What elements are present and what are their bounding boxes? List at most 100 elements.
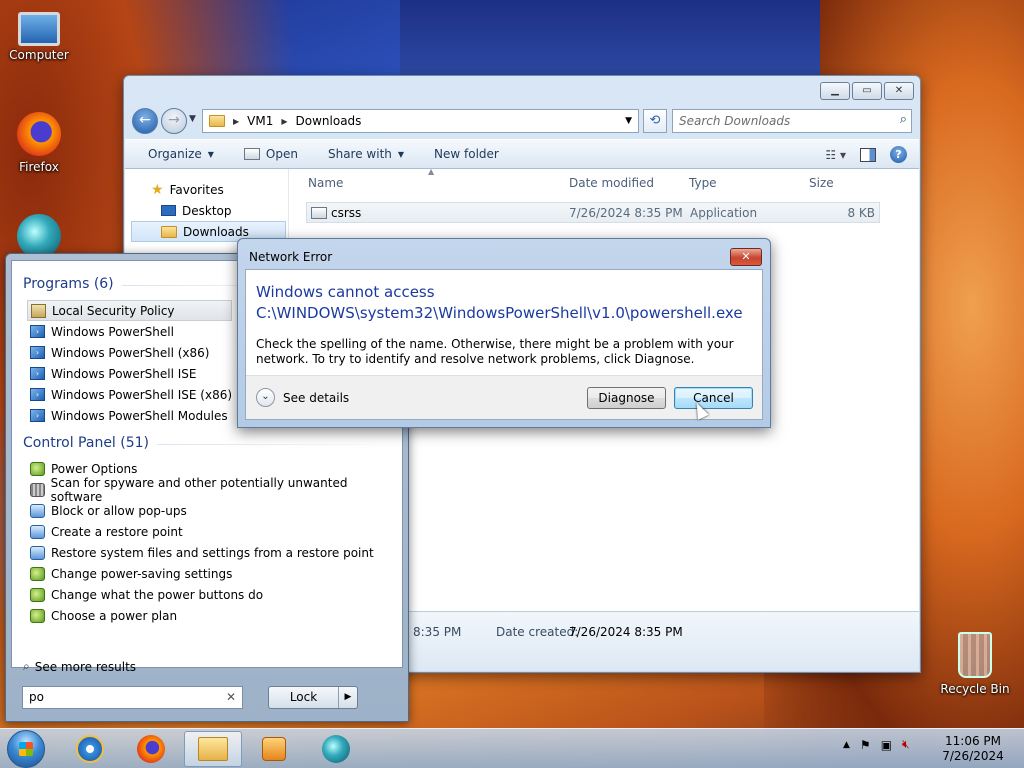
taskbar-app[interactable]: [307, 731, 365, 767]
search-input[interactable]: Search Downloads ⌕: [672, 109, 912, 133]
control-panel-header[interactable]: Control Panel (51): [23, 435, 149, 451]
breadcrumb-downloads[interactable]: Downloads: [296, 114, 362, 128]
program-label: Windows PowerShell Modules: [51, 408, 228, 423]
control-panel-label: Choose a power plan: [51, 608, 178, 623]
desktop-icon-label: Firefox: [19, 160, 59, 174]
new-folder-button[interactable]: New folder: [434, 147, 499, 161]
see-details-toggle[interactable]: ⌄ See details: [256, 388, 349, 407]
details-created-value: 7/26/2024 8:35 PM: [569, 625, 683, 639]
program-item[interactable]: Local Security Policy: [27, 300, 232, 321]
taskbar-windows-explorer[interactable]: [184, 731, 242, 767]
breadcrumb-vm1[interactable]: VM1: [247, 114, 273, 128]
open-button[interactable]: Open: [243, 147, 298, 161]
organize-button[interactable]: Organize ▼: [148, 147, 214, 161]
sort-arrow-icon: ▲: [428, 167, 435, 176]
chevron-right-icon[interactable]: ▶: [281, 117, 287, 126]
network-icon[interactable]: ▣: [881, 738, 892, 752]
show-hidden-icons-button[interactable]: ▲: [843, 740, 850, 750]
control-panel-item[interactable]: Restore system files and settings from a…: [30, 542, 394, 563]
control-panel-label: Power Options: [51, 461, 138, 476]
cancel-button[interactable]: Cancel: [674, 387, 753, 409]
start-search-value: po: [29, 690, 44, 704]
taskbar-internet-explorer[interactable]: [61, 731, 119, 767]
program-label: Windows PowerShell: [51, 324, 174, 339]
main-instruction-line2: C:\WINDOWS\system32\WindowsPowerShell\v1…: [256, 304, 743, 322]
network-error-dialog: Network Error ✕ Windows cannot access C:…: [237, 238, 771, 428]
desktop-icon-firefox[interactable]: Firefox: [1, 112, 77, 174]
forward-button[interactable]: →: [161, 108, 187, 134]
programs-header[interactable]: Programs (6): [23, 276, 114, 292]
security-policy-icon: [31, 303, 46, 318]
desktop-icon-recycle-bin[interactable]: Recycle Bin: [937, 632, 1013, 696]
windows-logo-icon: [19, 742, 33, 756]
see-more-results[interactable]: ⌕ See more results: [23, 659, 136, 674]
start-button[interactable]: [7, 730, 45, 768]
app-icon: [322, 735, 350, 763]
lock-label[interactable]: Lock: [269, 687, 339, 708]
chevron-down-icon: ▼: [207, 149, 214, 159]
command-bar: Organize ▼ Open Share with ▼ New folder ☷ …: [125, 139, 919, 169]
file-type: Application: [690, 205, 758, 220]
diagnose-button[interactable]: Diagnose: [587, 387, 666, 409]
power-options-arrow-icon[interactable]: ▶: [339, 687, 357, 708]
system-tray: ▲ ⚑ ▣ 🔇︎: [843, 737, 910, 752]
start-search-input[interactable]: po ✕: [22, 686, 243, 709]
volume-muted-icon[interactable]: 🔇︎: [902, 737, 910, 752]
minimize-button[interactable]: ▁: [820, 82, 850, 100]
address-bar[interactable]: ▶ VM1 ▶ Downloads ▼: [202, 109, 639, 133]
nav-downloads-label: Downloads: [183, 224, 249, 239]
file-row[interactable]: csrss 7/26/2024 8:35 PM Application 8 KB: [306, 202, 880, 223]
taskbar-media-player[interactable]: [245, 731, 303, 767]
recent-pages-dropdown[interactable]: ▼: [189, 114, 196, 124]
control-panel-item[interactable]: Choose a power plan: [30, 605, 394, 626]
nav-favorites[interactable]: ★ Favorites: [125, 179, 288, 200]
column-type[interactable]: Type: [689, 176, 717, 190]
control-panel-item[interactable]: Change what the power buttons do: [30, 584, 394, 605]
nav-desktop[interactable]: Desktop: [125, 200, 288, 221]
internet-explorer-icon: [76, 735, 104, 763]
back-button[interactable]: ←: [132, 108, 158, 134]
address-dropdown-icon[interactable]: ▼: [625, 116, 632, 126]
power-options-icon: [30, 566, 45, 581]
action-center-flag-icon[interactable]: ⚑: [860, 738, 871, 752]
control-panel-item[interactable]: Block or allow pop-ups: [30, 500, 394, 521]
nav-desktop-label: Desktop: [182, 203, 232, 218]
clock[interactable]: 11:06 PM 7/26/2024: [937, 734, 1009, 764]
view-options-icon[interactable]: ☷ ▾: [825, 148, 846, 162]
search-placeholder: Search Downloads: [679, 114, 791, 128]
navigation-pane: ★ Favorites Desktop Downloads: [125, 169, 289, 249]
preview-pane-icon[interactable]: [860, 147, 876, 162]
share-with-button[interactable]: Share with ▼: [328, 147, 404, 161]
power-options-icon: [30, 461, 45, 476]
dialog-main-instruction: Windows cannot access C:\WINDOWS\system3…: [256, 282, 752, 324]
file-size: 8 KB: [847, 205, 875, 220]
column-date-modified[interactable]: Date modified: [569, 176, 654, 190]
control-panel-item[interactable]: Change power-saving settings: [30, 563, 394, 584]
clear-search-icon[interactable]: ✕: [226, 690, 236, 704]
lock-button[interactable]: Lock ▶: [268, 686, 358, 709]
taskbar: ▲ ⚑ ▣ 🔇︎ 11:06 PM 7/26/2024: [0, 728, 1024, 768]
clock-time: 11:06 PM: [945, 734, 1001, 748]
control-panel-item[interactable]: Create a restore point: [30, 521, 394, 542]
close-button[interactable]: ✕: [884, 82, 914, 100]
taskbar-firefox[interactable]: [122, 731, 180, 767]
search-icon[interactable]: ⌕: [900, 112, 907, 127]
window-controls: ▁ ▭ ✕: [820, 82, 914, 100]
dialog-close-button[interactable]: ✕: [730, 248, 762, 266]
help-icon[interactable]: ?: [890, 146, 907, 163]
desktop-icon-computer[interactable]: Computer: [1, 8, 77, 62]
refresh-button[interactable]: ⟲: [643, 109, 667, 133]
organize-label: Organize: [148, 147, 202, 161]
control-panel-item[interactable]: Scan for spyware and other potentially u…: [30, 476, 394, 504]
column-size[interactable]: Size: [809, 176, 834, 190]
application-icon: [311, 207, 327, 219]
open-label: Open: [265, 147, 298, 161]
dialog-content-text: Check the spelling of the name. Otherwis…: [256, 337, 734, 366]
internet-options-icon: [30, 503, 45, 518]
chevron-right-icon[interactable]: ▶: [233, 117, 239, 126]
see-more-label: See more results: [34, 659, 137, 674]
magnifier-icon: ⌕: [23, 659, 30, 673]
maximize-button[interactable]: ▭: [852, 82, 882, 100]
column-name[interactable]: Name: [308, 176, 343, 190]
media-player-icon: [262, 737, 286, 761]
